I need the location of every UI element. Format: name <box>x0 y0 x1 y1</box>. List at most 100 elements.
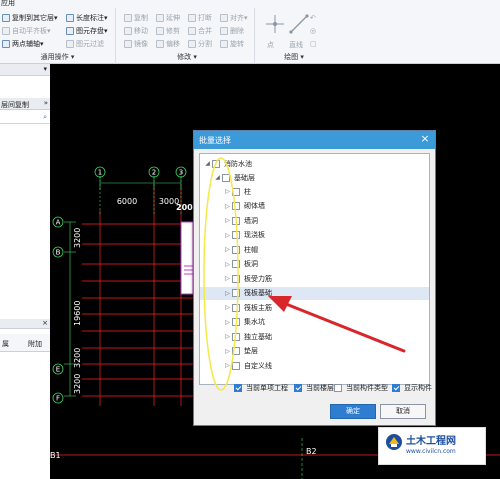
option-show-components[interactable]: 显示构件 <box>392 383 432 393</box>
expand-icon[interactable]: ▷ <box>224 362 231 369</box>
move-button[interactable]: 移动 <box>124 25 148 36</box>
tree-checkbox[interactable] <box>212 159 220 168</box>
expand-icon[interactable]: ▷ <box>224 246 231 253</box>
break-button[interactable]: 打断 <box>188 12 212 23</box>
option-current-type[interactable]: 当前构件类型 <box>334 383 388 393</box>
properties-header: 属 附加 <box>0 334 50 352</box>
rotate-button[interactable]: 旋转 <box>220 38 244 49</box>
delete-button[interactable]: 删除 <box>220 25 244 36</box>
tree-item[interactable]: ▷ 柱帽 <box>200 243 429 256</box>
left-panel-search[interactable]: ⌕ <box>0 112 50 124</box>
auto-level-slab-button[interactable]: 自动平齐板 ▾ <box>2 25 51 36</box>
checkbox[interactable] <box>392 384 400 392</box>
tree-checkbox[interactable] <box>232 303 240 312</box>
element-filter-button[interactable]: 图元过滤 <box>66 38 104 49</box>
expand-icon[interactable]: ▷ <box>224 304 231 311</box>
tree-checkbox[interactable] <box>232 260 240 268</box>
ok-button[interactable]: 确定 <box>330 404 376 419</box>
tree-checkbox[interactable] <box>232 347 240 355</box>
expand-icon[interactable]: ▷ <box>224 348 231 355</box>
tree-checkbox[interactable] <box>232 274 240 283</box>
tree-checkbox[interactable] <box>232 289 240 297</box>
tree-item[interactable]: ▷ 垫层 <box>200 345 429 358</box>
tree-item-label: 墙洞 <box>244 216 258 225</box>
component-tree: ◢ 消防水池 ◢ 基础层 ▷ 柱 ▷ 砌体墙 ▷ 墙洞 ▷ 现浇板 ▷ 柱帽 ▷ 板洞 ▷ 板受力筋 ▷ 筏板… <box>199 153 430 385</box>
tree-item[interactable]: ▷ 板受力筋 <box>200 272 429 285</box>
tree-item[interactable]: ▷ 板洞 <box>200 258 429 271</box>
expand-icon[interactable]: ▷ <box>224 217 231 224</box>
left-panel-dropdown[interactable]: ▾ <box>0 64 50 76</box>
close-icon[interactable]: × <box>418 132 432 146</box>
wall-element[interactable] <box>180 221 194 295</box>
checkbox[interactable] <box>294 384 302 392</box>
tree-checkbox[interactable] <box>232 187 240 196</box>
tree-item[interactable]: ▷ 集水坑 <box>200 316 429 329</box>
collapse-icon[interactable]: ◢ <box>214 174 221 181</box>
expand-icon[interactable]: » <box>44 99 48 107</box>
circle-button[interactable]: ◎ <box>310 25 316 36</box>
expand-icon[interactable]: ▷ <box>224 319 231 326</box>
expand-icon[interactable]: ▷ <box>224 203 231 210</box>
tree-checkbox[interactable] <box>232 216 240 225</box>
expand-icon[interactable]: ▷ <box>224 232 231 239</box>
tree-item[interactable]: ▷ 独立基础 <box>200 330 429 343</box>
tree-item[interactable]: ▷ 现浇板 <box>200 229 429 242</box>
copy-between-layers-label[interactable]: 层间复制 <box>1 100 29 110</box>
length-dimension-button[interactable]: 长度标注 ▾ <box>66 12 108 23</box>
tree-item-label: 筏板主筋 <box>244 303 272 312</box>
tree-item[interactable]: ▷ 砌体墙 <box>200 200 429 213</box>
expand-icon[interactable]: ▷ <box>224 333 231 340</box>
merge-button[interactable]: 合并 <box>188 25 212 36</box>
tree-node-root[interactable]: ◢ 消防水池 <box>200 157 429 170</box>
circle-icon: ◎ <box>310 26 317 35</box>
tree-checkbox[interactable] <box>232 318 240 326</box>
tree-node-floor[interactable]: ◢ 基础层 <box>200 171 429 184</box>
two-point-axis-button[interactable]: 两点辅轴 ▾ <box>2 38 44 49</box>
align-button[interactable]: 对齐 ▾ <box>220 12 248 23</box>
tab-apply[interactable]: 应用 <box>1 0 15 8</box>
mirror-button[interactable]: 镜像 <box>124 38 148 49</box>
search-icon[interactable]: ⌕ <box>43 113 47 122</box>
tree-item-label: 筏板基础 <box>244 289 272 297</box>
extend-button[interactable]: 延伸 <box>156 12 180 23</box>
tree-item[interactable]: ▷ 筏板主筋 <box>200 301 429 314</box>
expand-icon[interactable]: ▷ <box>224 290 231 297</box>
expand-icon[interactable]: ▷ <box>224 188 231 195</box>
close-icon[interactable]: × <box>42 319 48 327</box>
extend-icon <box>156 13 164 22</box>
copy-button[interactable]: 复制 <box>124 12 148 23</box>
expand-icon[interactable]: ▷ <box>224 275 231 282</box>
tree-item-label: 独立基础 <box>244 332 272 341</box>
save-element-button[interactable]: 图元存盘 ▾ <box>66 25 108 36</box>
tree-checkbox[interactable] <box>232 361 240 370</box>
arc-button[interactable]: ↶ <box>310 12 316 23</box>
option-current-project[interactable]: 当前单项工程 <box>234 383 288 393</box>
tree-checkbox[interactable] <box>222 173 230 182</box>
rect-button[interactable]: ▢ <box>310 38 317 49</box>
tree-item[interactable]: ▷ 筏板基础 <box>200 286 429 300</box>
collapse-icon[interactable]: ◢ <box>204 160 211 167</box>
copy-icon <box>124 13 132 22</box>
tree-checkbox[interactable] <box>232 202 240 210</box>
tree-checkbox[interactable] <box>232 231 240 239</box>
trim-button[interactable]: 修剪 <box>156 25 180 36</box>
line-icon[interactable] <box>286 11 312 37</box>
axis-label-1: 1 <box>98 169 102 177</box>
dialog-titlebar[interactable]: 批量选择 × <box>194 131 435 149</box>
tree-item[interactable]: ▷ 柱 <box>200 185 429 198</box>
offset-button[interactable]: 偏移 <box>156 38 180 49</box>
expand-icon[interactable]: ▷ <box>224 261 231 268</box>
cancel-button[interactable]: 取消 <box>380 404 426 419</box>
tree-checkbox[interactable] <box>232 245 240 254</box>
tree-item[interactable]: ▷ 自定义线 <box>200 359 429 372</box>
copy-to-layer-button[interactable]: 复制到其它层 ▾ <box>2 12 58 23</box>
merge-icon <box>188 26 196 35</box>
checkbox[interactable] <box>234 384 242 392</box>
axis-label-B2: B2 <box>306 447 317 456</box>
point-icon[interactable] <box>262 11 288 37</box>
split-button[interactable]: 分割 <box>188 38 212 49</box>
tree-item[interactable]: ▷ 墙洞 <box>200 214 429 227</box>
checkbox[interactable] <box>334 384 342 392</box>
option-current-floor[interactable]: 当前楼层 <box>294 383 334 393</box>
tree-checkbox[interactable] <box>232 332 240 341</box>
